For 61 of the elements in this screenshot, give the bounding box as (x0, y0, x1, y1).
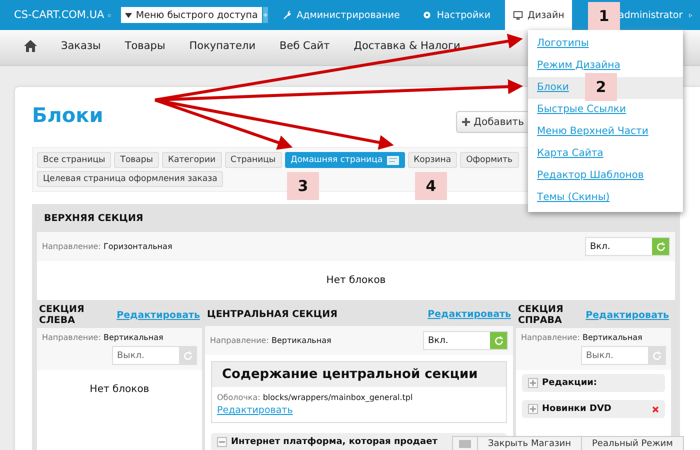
add-button[interactable]: Добавить (456, 111, 530, 133)
section-title: СЕКЦИЯ СПРАВА (518, 304, 564, 326)
refresh-icon (656, 242, 666, 252)
page-tab[interactable]: Все страницы (37, 152, 112, 168)
status-select[interactable]: Выкл. (581, 346, 666, 365)
page-tab[interactable]: Товары (114, 152, 159, 168)
home-icon[interactable] (24, 40, 37, 52)
move-icon[interactable] (262, 7, 268, 23)
refresh-button[interactable] (648, 347, 665, 364)
status-select[interactable]: Вкл. (423, 331, 508, 350)
page-tab[interactable]: Оформить (460, 152, 519, 168)
callout-number: 2 (585, 73, 617, 101)
nav-item[interactable]: Доставка & Налоги (354, 40, 460, 52)
block-title: Содержание центральной секции (222, 367, 478, 382)
refresh-icon (494, 336, 504, 346)
quick-menu-select[interactable]: Меню быстрого доступа (120, 7, 262, 23)
callout-number: 1 (588, 2, 620, 30)
monitor-icon (512, 10, 523, 20)
nav-item[interactable]: Покупатели (189, 40, 256, 52)
page-tab[interactable]: Категории (162, 152, 222, 168)
status-select[interactable]: Вкл. (585, 237, 670, 256)
nav-item[interactable]: Веб Сайт (280, 40, 330, 52)
refresh-button[interactable] (490, 332, 507, 349)
expand-icon[interactable] (528, 404, 538, 414)
direction-text: Направление: Горизонтальная (42, 242, 172, 251)
nav-item[interactable]: Товары (124, 40, 166, 52)
page-tab[interactable]: Страницы (224, 152, 282, 168)
toolbar-button[interactable]: Закрыть Магазин (477, 437, 581, 450)
direction-text: Направление: Вертикальная (210, 336, 332, 345)
plus-icon (462, 118, 470, 126)
block-title: Новинки DVD (542, 404, 612, 414)
section-title: ВЕРХНЯЯ СЕКЦИЯ (44, 212, 144, 224)
empty-text: Нет блоков (90, 384, 150, 395)
refresh-icon (652, 350, 662, 360)
top-menu-item[interactable]: Дизайн (504, 0, 572, 30)
refresh-button[interactable] (179, 347, 196, 364)
direction-text: Направление: Вертикальная (42, 333, 164, 342)
gear-icon (422, 10, 432, 20)
expand-icon[interactable] (528, 378, 538, 388)
empty-text: Нет блоков (326, 275, 386, 286)
callout-number: 4 (415, 172, 447, 200)
nav-item[interactable]: Заказы (61, 40, 101, 52)
caret-icon (124, 12, 132, 18)
toolbar-button[interactable]: Реальный Режим (581, 437, 683, 450)
page-tab[interactable]: Целевая страница оформления заказа (37, 171, 224, 187)
wrapper-text: Оболочка: blocks/wrappers/mainbox_general.tpl (217, 393, 414, 402)
page-tab[interactable]: Корзина (408, 152, 458, 168)
direction-text: Направление: Вертикальная (521, 333, 642, 342)
delete-icon[interactable] (652, 406, 659, 412)
block-title: Интернет платформа, которая продает (231, 437, 438, 447)
callout-number: 3 (287, 172, 319, 200)
refresh-icon (182, 350, 192, 360)
page-title: Блоки (32, 103, 104, 127)
collapse-icon[interactable] (217, 437, 227, 447)
block-title: Редакции: (542, 378, 598, 388)
preview-icon[interactable] (386, 156, 399, 164)
refresh-button[interactable] (652, 238, 669, 255)
section-title: СЕКЦИЯ СЛЕВА (39, 304, 86, 326)
wrench-icon (282, 10, 292, 20)
section-title: ЦЕНТРАЛЬНАЯ СЕКЦИЯ (207, 308, 338, 320)
status-select[interactable]: Выкл. (112, 346, 197, 365)
